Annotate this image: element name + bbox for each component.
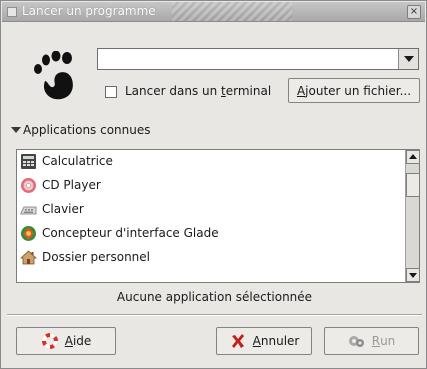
cancel-button[interactable]: Annuler [216, 327, 312, 355]
list-item[interactable]: CD Player [20, 174, 400, 196]
combo-dropdown-button[interactable] [398, 49, 418, 69]
window-menu-icon[interactable] [7, 7, 17, 17]
run-button[interactable]: Run [324, 327, 419, 355]
run-label: un [380, 334, 396, 348]
terminal-label-suffix: erminal [225, 84, 272, 98]
run-accel: R [371, 334, 381, 348]
scroll-thumb[interactable] [406, 173, 420, 197]
app-label: Concepteur d'interface Glade [42, 226, 219, 240]
app-label: CD Player [42, 178, 101, 192]
list-item[interactable]: Calculatrice [20, 150, 400, 172]
lifebuoy-icon [41, 333, 58, 349]
add-file-accel: A [296, 83, 306, 98]
terminal-label-prefix: Lancer dans un [125, 84, 222, 98]
list-scrollbar[interactable] [405, 150, 420, 282]
home-folder-icon [20, 249, 37, 264]
app-label: Clavier [42, 202, 84, 216]
cd-player-icon [21, 177, 36, 193]
help-label: ide [72, 334, 92, 348]
run-program-dialog: Lancer un programme × Lancer dans un ter… [0, 0, 427, 369]
terminal-checkbox[interactable] [105, 86, 117, 98]
known-apps-expander[interactable]: Applications connues [23, 123, 151, 137]
list-item[interactable]: Dossier personnel [20, 246, 400, 268]
selection-status: Aucune application sélectionnée [116, 290, 313, 304]
gnome-foot-icon [34, 51, 73, 100]
cancel-label: nnuler [260, 334, 300, 348]
list-item[interactable]: Concepteur d'interface Glade [20, 222, 400, 244]
list-item[interactable]: Clavier [20, 198, 400, 220]
glade-icon [21, 225, 36, 241]
scroll-up-button[interactable] [406, 150, 420, 164]
window-title: Lancer un programme [22, 4, 156, 18]
command-input[interactable] [98, 49, 398, 69]
button-separator [7, 314, 422, 316]
scroll-down-button[interactable] [406, 268, 420, 282]
calculator-icon [21, 153, 36, 169]
title-bar[interactable]: Lancer un programme × [2, 2, 425, 22]
add-file-label: jouter un fichier... [305, 83, 412, 98]
help-accel: A [64, 334, 73, 348]
keyboard-icon [20, 206, 37, 214]
app-label: Calculatrice [42, 154, 113, 168]
add-file-button[interactable]: Ajouter un fichier... [288, 78, 420, 103]
cancel-accel: A [252, 334, 261, 348]
command-combo[interactable] [97, 48, 419, 70]
app-label: Dossier personnel [42, 250, 151, 264]
terminal-checkbox-label[interactable]: Lancer dans un terminal [125, 84, 271, 98]
run-icon [348, 336, 364, 347]
help-button[interactable]: Aide [16, 327, 116, 355]
close-button[interactable]: × [407, 5, 421, 19]
cancel-x-icon [231, 334, 244, 348]
expander-arrow-icon[interactable] [11, 127, 21, 133]
app-list[interactable]: Calculatrice CD Player Clavier Concepteu… [16, 149, 420, 283]
